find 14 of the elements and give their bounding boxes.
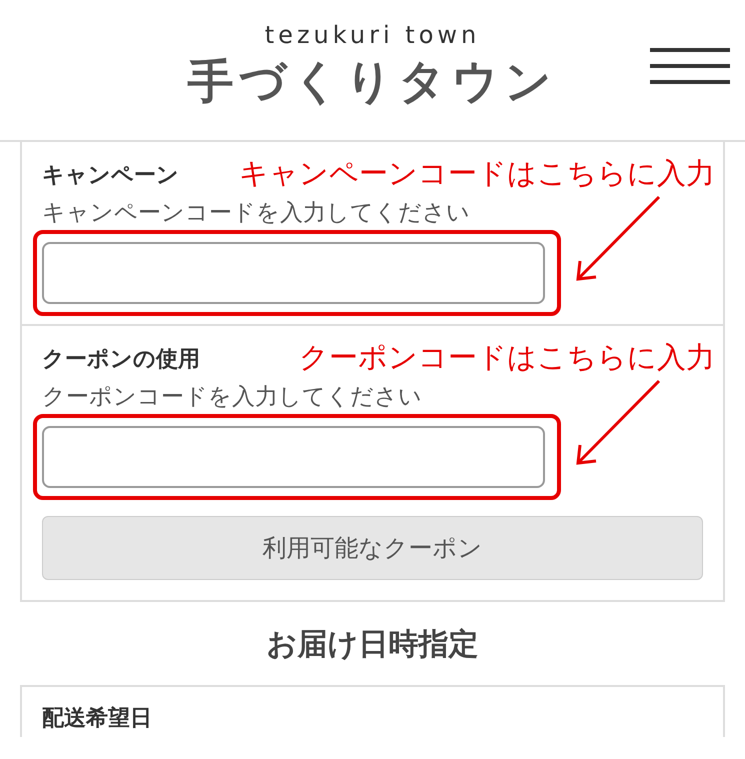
- field-hint: キャンペーンコードを入力してください: [42, 199, 471, 228]
- annotation-text: クーポンコードはこちらに入力: [299, 339, 715, 376]
- menu-button[interactable]: [650, 48, 730, 84]
- annotation-text: キャンペーンコードはこちらに入力: [239, 155, 715, 192]
- field-label: 配送希望日: [42, 705, 152, 733]
- section-heading: お届け日時指定: [266, 626, 480, 664]
- available-coupons-button[interactable]: 利用可能なクーポン: [42, 516, 703, 580]
- site-logo[interactable]: 手づくりタウン: [188, 51, 558, 113]
- field-hint: クーポンコードを入力してください: [42, 383, 423, 412]
- section-label: クーポンの使用: [42, 346, 200, 374]
- section-label: キャンペーン: [42, 162, 179, 190]
- site-subtitle: tezukuri town: [264, 21, 480, 49]
- code-input-field[interactable]: [42, 426, 545, 488]
- code-input-field[interactable]: [42, 242, 545, 304]
